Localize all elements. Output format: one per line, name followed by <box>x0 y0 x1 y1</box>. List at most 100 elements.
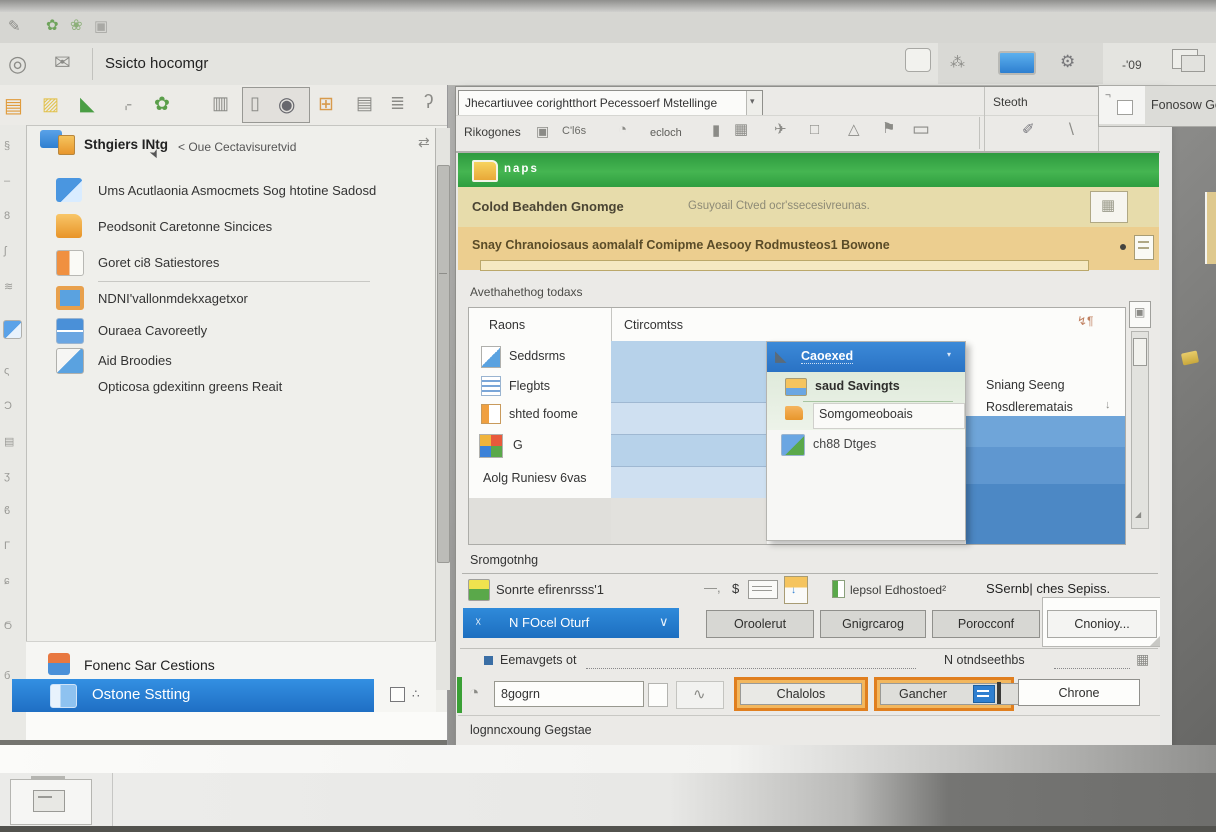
bar-icon[interactable]: ▮ <box>712 123 720 138</box>
background-window-titlebar[interactable]: ¬ Fonosow Ge <box>1098 85 1216 127</box>
stamp-button[interactable]: ∿ <box>676 681 724 709</box>
blue-row[interactable] <box>966 447 1125 484</box>
profile-combobox[interactable]: Jhecartiuvee corightthort Pecessoerf Mst… <box>458 90 763 116</box>
toolbar-mid-label[interactable]: C'l6s <box>562 125 586 137</box>
strip-glyph[interactable]: – <box>4 175 10 187</box>
binder-icon[interactable]: ▤ <box>4 93 23 118</box>
row-band[interactable] <box>611 434 767 467</box>
toolbar-left-label[interactable]: Rikogones <box>464 125 521 139</box>
note-icon[interactable]: ▨ <box>42 94 59 115</box>
row-band[interactable] <box>611 466 767 499</box>
document-icon[interactable]: ▤ <box>356 94 373 112</box>
panel-scrollbar[interactable]: ◢ <box>1131 331 1149 529</box>
col1-item[interactable]: G <box>477 432 607 462</box>
button-oroolerut[interactable]: Oroolerut <box>706 610 814 638</box>
clipboard-icon[interactable]: ▯ <box>250 94 260 112</box>
square-button[interactable] <box>905 48 931 72</box>
strip-glyph[interactable]: § <box>4 140 10 152</box>
box-icon[interactable]: ▣ <box>94 19 108 34</box>
columns-button[interactable]: ▦ <box>1090 191 1128 223</box>
col1-item[interactable]: Flegbts <box>477 374 607 400</box>
split-box-icon[interactable]: ▭ <box>912 120 930 139</box>
table-button[interactable] <box>748 580 778 599</box>
selected-list-row[interactable]: Ostone Sstting <box>12 679 374 712</box>
circle-badge-icon[interactable]: ◔ <box>469 684 479 701</box>
indent-icon[interactable]: ≣ <box>390 94 405 112</box>
slash-icon[interactable]: ∖ <box>1066 122 1076 137</box>
desktop-file-icon[interactable] <box>1181 350 1199 365</box>
combobox-arrow-button[interactable]: ▾ <box>746 91 762 115</box>
cup-icon[interactable]: ❀ <box>70 18 83 33</box>
button-cnonioy[interactable]: Cnonioy... <box>1047 610 1157 638</box>
row-band[interactable] <box>611 402 767 435</box>
hook-icon[interactable]: ʔ <box>424 93 434 112</box>
checkbox-icon[interactable] <box>832 580 845 598</box>
open-book-icon[interactable]: ⊞ <box>318 93 334 116</box>
strip-glyph[interactable]: 8 <box>4 210 10 222</box>
menu-item[interactable]: ch88 Dtges <box>773 434 959 460</box>
section3-check-label[interactable]: Eemavgets ot <box>500 653 576 667</box>
strip-glyph[interactable]: Γ <box>4 540 10 552</box>
list-item[interactable]: Peodsonit Caretonne Sincices <box>26 214 436 246</box>
button-chalolos-highlight[interactable]: Chalolos <box>734 677 868 711</box>
grid-icon[interactable]: ▦ <box>734 122 748 137</box>
strip-glyph[interactable]: Ͻ <box>4 400 12 412</box>
col1-item[interactable]: Seddsrms <box>477 344 607 370</box>
window-stack-icon[interactable] <box>1172 49 1198 69</box>
scrollbar-thumb[interactable] <box>1133 338 1147 366</box>
triangle-icon[interactable]: △ <box>848 122 860 137</box>
strip-glyph[interactable]: ≋ <box>4 280 13 293</box>
sprout-icon[interactable]: ✿ <box>46 18 59 33</box>
book-icon[interactable]: ▥ <box>212 94 229 112</box>
wrench-icon[interactable]: ⚙ <box>1060 53 1075 70</box>
blue-row[interactable] <box>966 416 1125 447</box>
strip-glyph[interactable]: ɕ <box>4 575 10 587</box>
button-gancher-highlight[interactable]: Gancher <box>874 677 1014 711</box>
menu-item[interactable]: saud Savingts <box>773 376 959 400</box>
strip-glyph[interactable]: б <box>4 670 10 682</box>
monitor-icon[interactable] <box>998 51 1036 75</box>
strip-glyph[interactable]: ʒ <box>4 470 10 482</box>
import-button[interactable]: ↓ <box>784 576 808 604</box>
mini-mail-icon[interactable] <box>3 320 22 339</box>
pilcrow-icon[interactable]: ↯¶ <box>1077 314 1094 328</box>
pen-icon[interactable]: ✎ <box>8 19 21 34</box>
gears-icon[interactable]: ✿ <box>154 93 170 116</box>
box-list-icon[interactable]: □ <box>810 122 819 137</box>
list-item[interactable]: Goret ci8 Satiestores <box>26 250 436 282</box>
strip-glyph[interactable]: ʃ <box>4 245 6 257</box>
list-item[interactable]: Ums Acutlaonia Asmocmets Sog htotine Sad… <box>26 178 436 210</box>
strip-glyph[interactable]: ▤ <box>4 435 14 448</box>
flag-icon[interactable]: ⚑ <box>882 121 895 136</box>
down-arrow-icon[interactable]: ↓ <box>1105 400 1111 411</box>
strip-glyph[interactable]: Ϭ <box>4 620 12 632</box>
send-icon[interactable]: ✈ <box>774 122 787 137</box>
footer-section-row[interactable]: Fonenc Sar Cestions <box>26 645 426 675</box>
menu-item[interactable]: Somgomeoboais <box>773 403 959 428</box>
mail-icon[interactable]: ✉ <box>54 53 71 73</box>
pie-icon[interactable]: ◔ <box>618 122 627 137</box>
window-icon[interactable]: ▣ <box>536 124 549 138</box>
button-gnigrcarog[interactable]: Gnigrcarog <box>820 610 926 638</box>
name-input[interactable] <box>494 681 644 707</box>
col1-item[interactable]: Aolg Runiesv 6vas <box>477 468 607 492</box>
flag-icon[interactable]: ◣ <box>80 93 95 116</box>
check-label[interactable]: lepsol Edhostoed² <box>850 583 946 597</box>
col1-item[interactable]: shted foome <box>477 402 607 428</box>
blue-square-icon[interactable] <box>484 656 493 665</box>
scrollbar-thumb[interactable] <box>437 165 450 563</box>
footer-checkbox[interactable] <box>390 687 405 702</box>
blue-row[interactable] <box>966 484 1125 544</box>
toolbar-mid-label2[interactable]: ecloch <box>650 127 682 139</box>
strip-glyph[interactable]: ϐ <box>4 505 10 517</box>
search-label[interactable]: Steoth <box>993 95 1028 109</box>
blank-box[interactable] <box>648 683 668 707</box>
ruler-icon[interactable]: ⌌ <box>120 97 132 112</box>
taskbar-tile[interactable] <box>10 779 92 825</box>
shield-icon[interactable]: ◉ <box>278 92 295 117</box>
list-item[interactable]: NDNI'vallonmdekxagetxor <box>26 286 436 318</box>
button-porocconf[interactable]: Porocconf <box>932 610 1040 638</box>
list-item[interactable]: Ouraea Cavoreetly <box>26 318 436 350</box>
sparkle-icon[interactable]: ⁂ <box>950 55 965 70</box>
refresh-icon[interactable]: ⇄ <box>418 135 430 149</box>
